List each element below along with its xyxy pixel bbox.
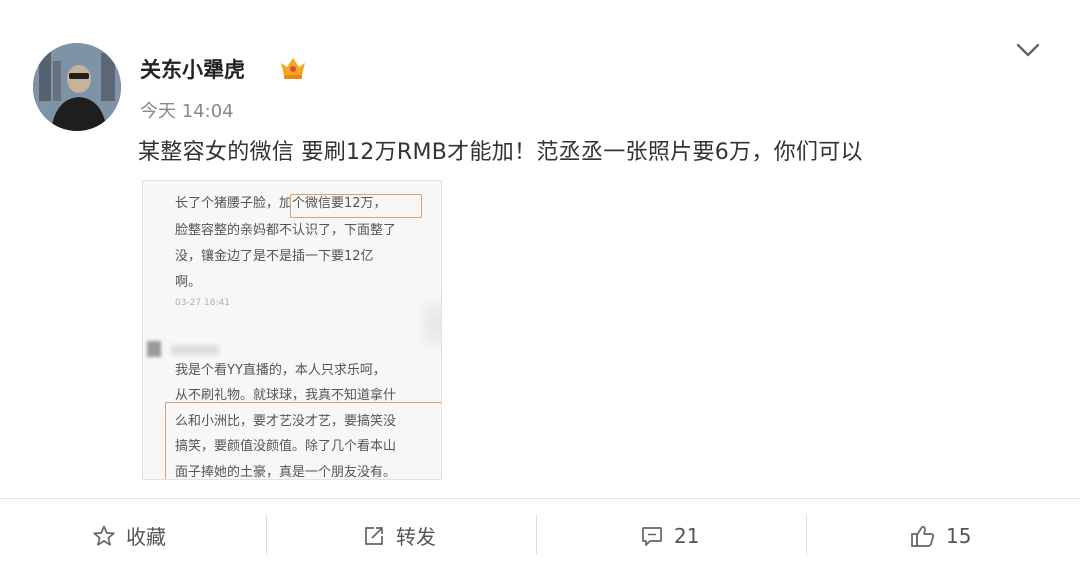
action-divider	[536, 515, 537, 555]
blurred-avatar	[147, 341, 161, 357]
chevron-down-icon[interactable]	[1014, 40, 1042, 60]
star-icon	[92, 524, 116, 548]
image-meta-time: 03-27 18:41	[175, 298, 230, 308]
action-divider	[266, 515, 267, 555]
action-divider	[806, 515, 807, 555]
comment-icon	[640, 524, 664, 548]
comment-count: 21	[674, 523, 700, 548]
blurred-watermark	[423, 299, 441, 349]
repost-button[interactable]: 转发	[362, 499, 436, 572]
share-icon	[362, 524, 386, 548]
like-button[interactable]: 15	[910, 499, 971, 572]
repost-label: 转发	[396, 525, 436, 549]
image-text-line: 没，镶金边了是不是插一下要12亿	[175, 249, 374, 264]
post-text: 某整容女的微信 要刷12万RMB才能加！范丞丞一张照片要6万，你们可以	[138, 140, 863, 165]
avatar[interactable]	[33, 43, 121, 131]
highlight-box	[165, 402, 441, 479]
post-timestamp: 今天 14:04	[140, 101, 234, 122]
comment-button[interactable]: 21	[640, 499, 699, 572]
username[interactable]: 关东小犟虎	[140, 54, 245, 84]
action-bar: 收藏 转发 21 15	[0, 498, 1080, 572]
blurred-name	[171, 345, 219, 355]
image-text-line: 脸整容整的亲妈都不认识了，下面整了	[175, 223, 397, 238]
image-text-line: 我是个看YY直播的，本人只求乐呵，	[175, 363, 386, 378]
favorite-button[interactable]: 收藏	[92, 499, 166, 572]
like-count: 15	[946, 523, 972, 548]
avatar-photo	[33, 43, 121, 131]
image-text-line: 啊。	[175, 275, 202, 290]
post-image[interactable]: 长了个猪腰子脸，加个微信要12万， 脸整容整的亲妈都不认识了，下面整了 没，镶金…	[142, 180, 442, 480]
favorite-label: 收藏	[126, 525, 166, 549]
vip-badge-icon	[278, 55, 308, 81]
weibo-post-card: 关东小犟虎 今天 14:04 某整容女的微信 要刷12万RMB才能加！范丞丞一张…	[0, 0, 1080, 498]
thumbs-up-icon	[910, 524, 936, 548]
highlight-box	[290, 194, 422, 218]
